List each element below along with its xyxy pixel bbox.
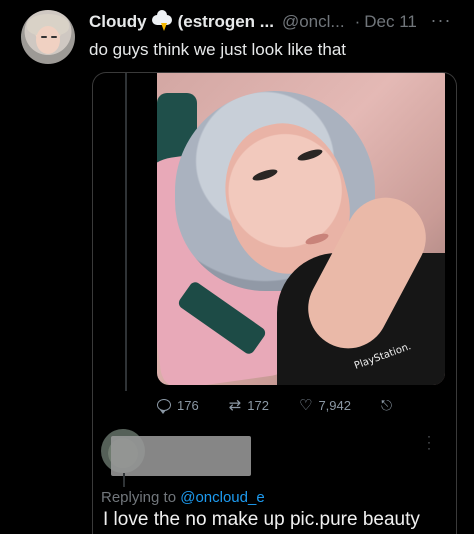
more-horizontal-icon[interactable]: ··· — [428, 10, 454, 30]
retweet-action[interactable]: ⇄ 172 — [229, 398, 269, 413]
cloud-lightning-icon — [151, 10, 174, 31]
user-handle[interactable]: @oncl... — [282, 12, 345, 32]
redaction-box — [111, 436, 251, 476]
replying-mention[interactable]: @oncloud_e — [180, 489, 264, 506]
display-name-suffix[interactable]: (estrogen ... — [178, 12, 274, 32]
tweet-text: do guys think we just look like that — [89, 40, 347, 59]
reply-action[interactable]: 176 — [157, 397, 199, 414]
tweet-photo[interactable]: PlayStation. — [157, 73, 445, 385]
tweet-actions: 176 ⇄ 172 ♡ 7,942 ⎋ — [157, 395, 407, 415]
heart-icon: ♡ — [298, 396, 313, 414]
retweet-count: 172 — [247, 397, 269, 413]
share-action[interactable]: ⎋ — [381, 398, 398, 412]
separator: · — [354, 12, 361, 31]
like-count: 7,942 — [318, 397, 351, 413]
reply-icon — [157, 399, 171, 414]
tweet-date[interactable]: Dec 11 — [364, 12, 417, 32]
thread-line — [125, 73, 127, 391]
reply-thread-line — [123, 473, 125, 487]
share-icon: ⎋ — [380, 397, 393, 413]
replying-to: Replying to @oncloud_e — [101, 489, 265, 506]
avatar-eye-left — [41, 36, 47, 38]
author-avatar[interactable] — [21, 10, 75, 64]
tweet-header: Cloudy (estrogen ... @oncl... · Dec 11 — [89, 10, 417, 32]
replying-prefix: Replying to — [101, 489, 177, 506]
reply-count: 176 — [177, 397, 199, 413]
embedded-screenshot[interactable]: PlayStation. 176 ⇄ 172 ♡ 7,942 ⎋ · · · Rep… — [92, 72, 457, 534]
like-action[interactable]: ♡ 7,942 — [299, 398, 351, 413]
more-vertical-icon[interactable]: · · · — [427, 430, 441, 454]
reply-text: I love the no make up pic.pure beauty — [103, 509, 420, 530]
avatar-eye-right — [51, 36, 57, 38]
retweet-icon: ⇄ — [228, 396, 242, 414]
avatar-face — [36, 26, 60, 54]
display-name[interactable]: Cloudy — [89, 12, 147, 32]
